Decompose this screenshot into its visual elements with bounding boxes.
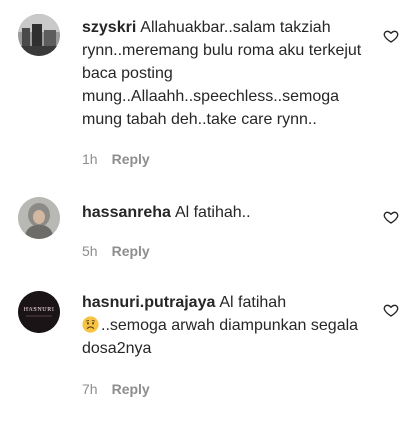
reply-button[interactable]: Reply [112,151,150,167]
avatar-logo-text: HASNURI [23,307,55,313]
heart-outline-icon[interactable] [383,302,399,318]
comment-username[interactable]: szyskri [82,19,136,36]
heart-outline-icon[interactable] [383,28,399,44]
avatar-photo-icon [18,197,60,239]
comment-text: hasnuri.putrajaya Al fatihah ..semoga arwa… [82,291,362,360]
comment-body: Al fatihah.. [174,204,251,221]
comment-meta: 1h Reply [82,151,150,167]
reply-button[interactable]: Reply [112,381,150,397]
comment-text: hassanreha Al fatihah.. [82,201,362,224]
comments-list: szyskri Allahuakbar..salam takziah rynn..… [0,0,414,422]
comment-body-end: ..semoga arwah diampunkan segala dosa2ny… [82,317,359,357]
comment-meta: 5h Reply [82,243,150,259]
comment-timestamp: 1h [82,151,98,167]
comment-meta: 7h Reply [82,381,150,397]
avatar-photo-icon [18,14,60,56]
avatar[interactable] [18,14,60,56]
comment-timestamp: 7h [82,381,98,397]
comment-username[interactable]: hasnuri.putrajaya [82,294,215,311]
avatar[interactable] [18,197,60,239]
sad-face-emoji [82,316,99,333]
comment-timestamp: 5h [82,243,98,259]
comment-body-start: Al fatihah [219,294,287,311]
comment-username[interactable]: hassanreha [82,204,171,221]
comment-text: szyskri Allahuakbar..salam takziah rynn..… [82,16,362,131]
reply-button[interactable]: Reply [112,243,150,259]
heart-outline-icon[interactable] [383,209,399,225]
avatar[interactable]: HASNURI [18,291,60,333]
